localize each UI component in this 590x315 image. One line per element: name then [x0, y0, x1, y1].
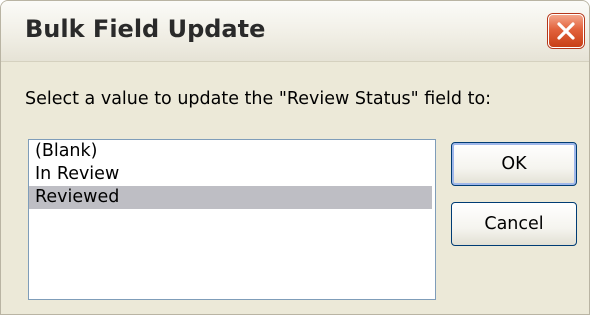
ok-button[interactable]: OK [451, 142, 577, 186]
title-bar[interactable]: Bulk Field Update [1, 1, 589, 62]
value-listbox[interactable]: (Blank) In Review Reviewed [28, 139, 436, 300]
close-x-icon [557, 22, 575, 40]
list-item-reviewed[interactable]: Reviewed [29, 186, 432, 209]
cancel-button[interactable]: Cancel [451, 202, 577, 246]
bulk-field-update-dialog: Bulk Field Update Select a value to upda… [0, 0, 590, 315]
list-item-in-review[interactable]: In Review [29, 163, 432, 186]
instruction-label: Select a value to update the "Review Sta… [25, 89, 492, 109]
dialog-title: Bulk Field Update [25, 15, 266, 43]
close-button[interactable] [548, 14, 584, 48]
list-item-blank[interactable]: (Blank) [29, 140, 432, 163]
